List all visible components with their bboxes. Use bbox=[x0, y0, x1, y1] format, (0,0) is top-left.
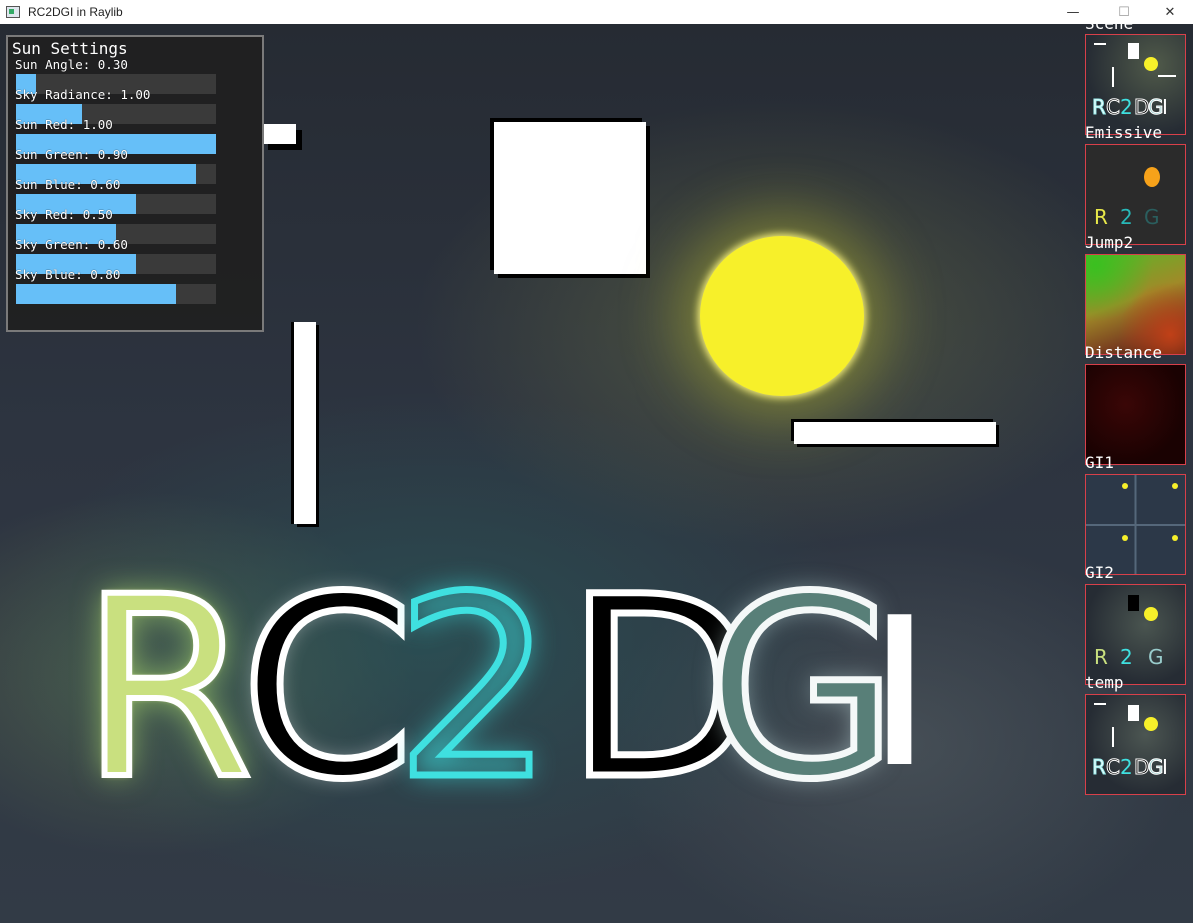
slider-label-sun-angle: Sun Angle: 0.30 bbox=[15, 57, 128, 72]
sun-settings-panel: Sun Settings Sun Angle: 0.30 Sky Radianc… bbox=[6, 35, 264, 332]
mini-emissive-g: G bbox=[1144, 205, 1160, 229]
thumb-gi1 bbox=[1085, 474, 1186, 575]
mini-square bbox=[1128, 705, 1139, 721]
panel-title: Sun Settings bbox=[12, 39, 128, 58]
mini-rc2dgi: 2 bbox=[1120, 95, 1133, 119]
thumb-temp: R C 2 D G I bbox=[1085, 694, 1186, 795]
mini-sun bbox=[1172, 483, 1178, 489]
thumb-label-jump2: Jump2 bbox=[1085, 233, 1134, 252]
scene-letter-c: C bbox=[237, 543, 419, 834]
mini-rc2dgi: R bbox=[1092, 95, 1107, 119]
mini-square bbox=[1128, 595, 1139, 611]
mini-gi2-2: 2 bbox=[1120, 645, 1133, 669]
scene-letter-i: I bbox=[868, 577, 931, 810]
mini-vbar bbox=[1112, 727, 1114, 747]
slider-label-sky-green: Sky Green: 0.60 bbox=[15, 237, 128, 252]
thumb-scene: R C 2 D G I bbox=[1085, 34, 1186, 135]
mini-bar bbox=[1094, 703, 1106, 705]
slider-label-sun-blue: Sun Blue: 0.60 bbox=[15, 177, 121, 192]
close-button[interactable]: ✕ bbox=[1147, 0, 1193, 24]
scene-square bbox=[494, 122, 646, 274]
slider-label-sun-green: Sun Green: 0.90 bbox=[15, 147, 128, 162]
mini-square bbox=[1128, 43, 1139, 59]
slider-label-sky-red: Sky Red: 0.50 bbox=[15, 207, 113, 222]
slider-label-sky-radiance: Sky Radiance: 1.00 bbox=[15, 87, 151, 102]
thumb-label-distance: Distance bbox=[1085, 343, 1163, 362]
slider-label-sky-blue: Sky Blue: 0.80 bbox=[15, 267, 121, 282]
scene-sun-circle bbox=[700, 236, 864, 396]
thumb-gi2: R 2 G bbox=[1085, 584, 1186, 685]
scene-vertical-bar bbox=[294, 322, 316, 524]
thumb-label-gi2: GI2 bbox=[1085, 563, 1114, 582]
window-titlebar[interactable]: RC2DGI in Raylib — ☐ ✕ bbox=[0, 0, 1193, 25]
thumb-label-gi1: GI1 bbox=[1085, 453, 1114, 472]
scene-letter-2: 2 bbox=[391, 543, 557, 834]
mini-divider bbox=[1086, 524, 1185, 526]
mini-sun bbox=[1172, 535, 1178, 541]
mini-rc2dgi: I bbox=[1162, 755, 1168, 779]
thumb-distance bbox=[1085, 364, 1186, 465]
mini-sun bbox=[1144, 57, 1158, 71]
mini-hbar bbox=[1158, 75, 1176, 77]
mini-rc2dgi: I bbox=[1162, 95, 1168, 119]
mini-sun bbox=[1122, 483, 1128, 489]
thumb-emissive: R 2 G bbox=[1085, 144, 1186, 245]
mini-sun bbox=[1122, 535, 1128, 541]
thumb-jump2 bbox=[1085, 254, 1186, 355]
thumb-label-emissive: Emissive bbox=[1085, 123, 1163, 142]
scene-letter-r: R bbox=[77, 543, 257, 834]
thumb-label-temp: temp bbox=[1085, 673, 1124, 692]
slider-label-sun-red: Sun Red: 1.00 bbox=[15, 117, 113, 132]
mini-sun bbox=[1144, 607, 1158, 621]
slider-sky-blue[interactable] bbox=[16, 284, 216, 304]
mini-emissive-2: 2 bbox=[1120, 205, 1133, 229]
mini-rc2dgi: R bbox=[1092, 755, 1107, 779]
thumb-label-scene: Scene bbox=[1085, 14, 1134, 33]
scene-bar-top-left bbox=[262, 124, 296, 144]
mini-emissive-sun bbox=[1144, 167, 1160, 187]
mini-bar bbox=[1094, 43, 1106, 45]
mini-rc2dgi: 2 bbox=[1120, 755, 1133, 779]
mini-gi2-g: G bbox=[1148, 645, 1164, 669]
mini-emissive-r: R bbox=[1094, 205, 1108, 229]
mini-rc2dgi: C bbox=[1106, 755, 1121, 779]
app-icon bbox=[6, 6, 20, 18]
slider-fill bbox=[16, 284, 176, 304]
window-title: RC2DGI in Raylib bbox=[28, 5, 123, 19]
mini-sun bbox=[1144, 717, 1158, 731]
scene-horizontal-bar bbox=[794, 422, 996, 444]
mini-gi2-r: R bbox=[1094, 645, 1108, 669]
mini-vbar bbox=[1112, 67, 1114, 87]
mini-rc2dgi: C bbox=[1106, 95, 1121, 119]
